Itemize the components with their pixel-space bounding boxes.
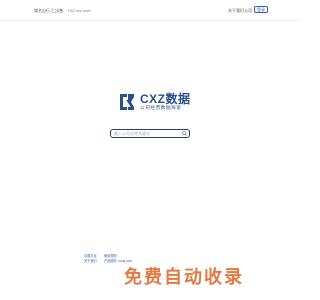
domain-notice-site: TXZ.xxx.com [67, 8, 91, 13]
promo-banner[interactable]: 免费自动收录 [124, 263, 244, 289]
logo-mark-icon [120, 94, 134, 110]
footer-links-col2: 使用规则 产品服务 [104, 254, 117, 264]
domain-notice: 域名出行 仁出售 TXZ.xxx.com [34, 8, 90, 14]
search-icon[interactable] [182, 131, 187, 136]
domain-notice-text: 域名出行 仁出售 [34, 8, 64, 13]
login-button[interactable]: 登录 [254, 6, 268, 13]
footer-link[interactable]: 产品服务 [104, 259, 117, 264]
search-input[interactable]: 输入公司名称关键字 [114, 131, 150, 137]
footer-link[interactable]: 关于我们 [84, 259, 97, 264]
search-box[interactable]: 输入公司名称关键字 [110, 129, 190, 138]
brand-subtitle: 公司经营数据探索 [140, 105, 182, 110]
brand-logo[interactable]: CXZ数据 公司经营数据探索 [118, 90, 198, 114]
about-link[interactable]: 关于我们公司 [228, 8, 252, 14]
top-bar: 域名出行 仁出售 TXZ.xxx.com 关于我们公司 登录 [0, 0, 300, 21]
footer-links-col1: 中国平台 关于我们 [84, 254, 97, 264]
